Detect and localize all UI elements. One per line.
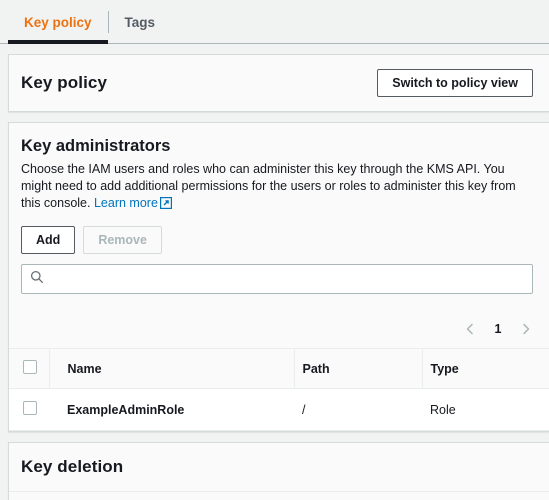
select-all-cell — [9, 348, 49, 389]
key-deletion-header: Key deletion — [9, 443, 549, 492]
pagination: 1 — [9, 308, 549, 348]
key-administrators-card: Key administrators Choose the IAM users … — [8, 122, 549, 432]
tab-bar: Key policy Tags — [0, 0, 549, 44]
key-policy-card: Key policy Switch to policy view — [8, 54, 549, 112]
pagination-page-1[interactable]: 1 — [485, 316, 511, 342]
switch-to-policy-view-button[interactable]: Switch to policy view — [377, 69, 533, 97]
column-header-name[interactable]: Name — [48, 348, 294, 389]
row-path: / — [294, 388, 422, 431]
spacer-top — [0, 44, 549, 54]
column-header-type[interactable]: Type — [421, 348, 549, 389]
key-policy-header: Key policy Switch to policy view — [9, 55, 549, 111]
tab-key-policy-label: Key policy — [24, 14, 92, 30]
table-row[interactable]: ExampleAdminRole / Role — [9, 388, 549, 431]
search-icon — [30, 270, 44, 289]
admin-actions: Add Remove — [21, 226, 533, 254]
key-administrators-title: Key administrators — [21, 137, 171, 155]
row-type: Role — [422, 388, 549, 431]
allow-delete-row[interactable]: Allow key administrators to delete this … — [9, 492, 549, 500]
tab-tags[interactable]: Tags — [109, 0, 172, 44]
learn-more-link[interactable]: Learn more — [94, 196, 158, 210]
row-name: ExampleAdminRole — [49, 388, 294, 431]
search-input[interactable] — [44, 270, 524, 288]
page-title: Key policy — [21, 73, 108, 92]
key-administrators-body: Key administrators Choose the IAM users … — [9, 123, 549, 308]
remove-button: Remove — [83, 226, 162, 254]
row-select-cell — [9, 388, 49, 431]
key-administrators-table: Name Path Type ExampleAdminRole / Role — [9, 348, 549, 431]
select-all-checkbox[interactable] — [23, 360, 37, 374]
row-checkbox[interactable] — [23, 401, 37, 415]
add-button[interactable]: Add — [21, 226, 76, 254]
key-deletion-card: Key deletion Allow key administrators to… — [8, 442, 549, 500]
tab-key-policy[interactable]: Key policy — [8, 0, 108, 44]
key-deletion-title: Key deletion — [21, 457, 124, 476]
external-link-icon[interactable] — [159, 196, 173, 214]
search-box[interactable] — [21, 264, 533, 294]
table-header-row: Name Path Type — [9, 348, 549, 389]
pagination-prev-icon — [457, 316, 483, 342]
pagination-next-icon — [513, 316, 539, 342]
key-administrators-description: Choose the IAM users and roles who can a… — [21, 161, 526, 214]
tab-tags-label: Tags — [124, 14, 156, 30]
column-header-path[interactable]: Path — [293, 348, 422, 389]
